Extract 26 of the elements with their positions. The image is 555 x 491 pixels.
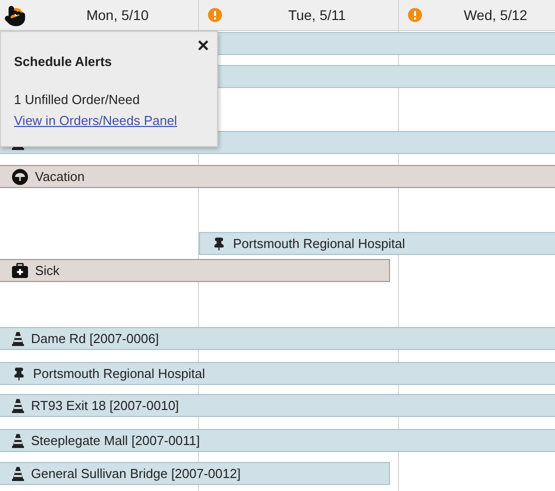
day-header: Mon, 5/10: [85, 6, 150, 24]
alert-icon[interactable]: [408, 8, 422, 22]
traffic-cone-icon: [12, 398, 24, 412]
day-header: Tue, 5/11: [287, 6, 347, 24]
job-bar[interactable]: Dame Rd [2007-0006]: [0, 327, 555, 350]
umbrella-icon: [12, 168, 28, 184]
sick-leave-bar[interactable]: Sick: [0, 259, 390, 282]
medical-bag-icon: [12, 263, 28, 278]
job-bar[interactable]: General Sullivan Bridge [2007-0012]: [0, 462, 390, 485]
location-bar[interactable]: Portsmouth Regional Hospital: [199, 232, 555, 255]
hand-cursor-icon: [4, 5, 26, 27]
traffic-cone-icon: [12, 434, 24, 448]
orders-link[interactable]: View in Orders/Needs Panel: [14, 111, 178, 130]
location-bar[interactable]: Portsmouth Regional Hospital: [0, 362, 555, 385]
popup-title: Schedule Alerts: [14, 53, 113, 71]
traffic-cone-icon: [12, 332, 24, 346]
pushpin-icon: [212, 236, 226, 250]
close-button[interactable]: ×: [197, 36, 209, 56]
vacation-bar[interactable]: Vacation: [0, 165, 555, 188]
day-header: Wed, 5/12: [462, 6, 528, 24]
job-bar[interactable]: RT93 Exit 18 [2007-0010]: [0, 394, 555, 417]
pushpin-icon: [12, 366, 26, 380]
job-bar[interactable]: Steeplegate Mall [2007-0011]: [0, 429, 555, 452]
alert-message: 1 Unfilled Order/Need: [14, 90, 141, 108]
alert-icon[interactable]: [208, 8, 222, 22]
traffic-cone-icon: [12, 466, 24, 480]
